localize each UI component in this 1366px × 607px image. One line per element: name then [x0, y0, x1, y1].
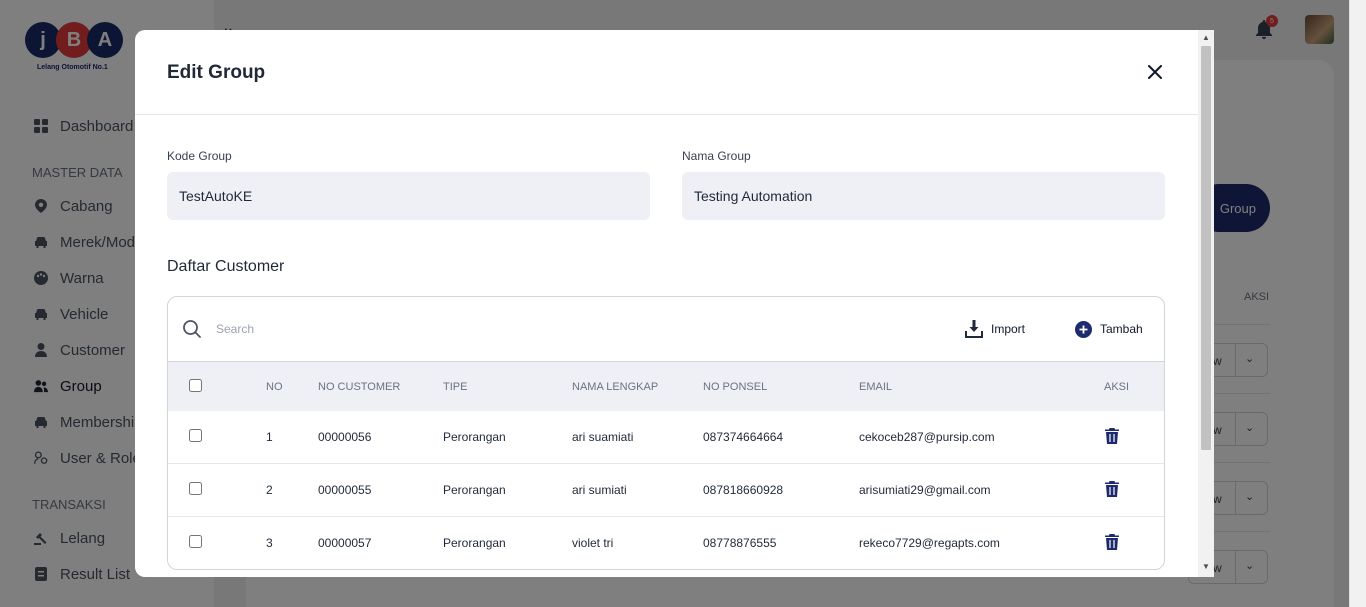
customer-table-card: Import Tambah NO NO CUSTOMER TIPE NAMA L… — [167, 296, 1165, 570]
download-icon — [965, 320, 983, 338]
tambah-label: Tambah — [1100, 322, 1143, 336]
row-checkbox[interactable] — [189, 482, 202, 495]
modal-header: Edit Group — [135, 30, 1198, 115]
cell-nama: violet tri — [572, 536, 614, 550]
cell-ponsel: 087374664664 — [703, 430, 784, 444]
import-label: Import — [991, 322, 1026, 336]
trash-icon[interactable] — [1105, 481, 1119, 497]
table-row: 1 00000056 Perorangan ari suamiati 08737… — [168, 411, 1164, 464]
import-button[interactable]: Import — [965, 319, 1025, 339]
search-input[interactable] — [216, 319, 616, 339]
cell-no: 1 — [266, 430, 273, 444]
cell-email: arisumiati29@gmail.com — [859, 483, 991, 497]
cell-no-customer: 00000055 — [318, 483, 372, 497]
cell-tipe: Perorangan — [443, 483, 506, 497]
cell-no-customer: 00000056 — [318, 430, 372, 444]
trash-icon[interactable] — [1105, 428, 1119, 444]
row-checkbox[interactable] — [189, 535, 202, 548]
select-all-checkbox[interactable] — [189, 379, 202, 392]
row-checkbox[interactable] — [189, 429, 202, 442]
plus-circle-icon — [1074, 320, 1092, 338]
cell-email: cekoceb287@pursip.com — [859, 430, 995, 444]
tambah-button[interactable]: Tambah — [1074, 319, 1143, 339]
column-header-email: EMAIL — [859, 381, 893, 393]
column-header-no-ponsel: NO PONSEL — [703, 381, 768, 393]
nama-group-label: Nama Group — [682, 149, 751, 163]
cell-ponsel: 08778876555 — [703, 536, 777, 550]
column-header-nama-lengkap: NAMA LENGKAP — [572, 381, 659, 393]
scroll-down-arrow-icon[interactable]: ▼ — [1202, 562, 1210, 571]
trash-icon[interactable] — [1105, 534, 1119, 550]
scrollbar-thumb[interactable] — [1201, 46, 1211, 450]
kode-group-input[interactable]: TestAutoKE — [167, 172, 650, 220]
table-row: 2 00000055 Perorangan ari sumiati 087818… — [168, 464, 1164, 517]
cell-no-customer: 00000057 — [318, 536, 372, 550]
column-header-tipe: TIPE — [443, 381, 468, 393]
table-header: NO NO CUSTOMER TIPE NAMA LENGKAP NO PONS… — [168, 361, 1164, 411]
column-header-no: NO — [266, 381, 283, 393]
search-icon — [182, 319, 202, 339]
close-icon[interactable] — [1143, 60, 1167, 84]
cell-ponsel: 087818660928 — [703, 483, 784, 497]
nama-group-input[interactable]: Testing Automation — [682, 172, 1165, 220]
cell-tipe: Perorangan — [443, 430, 506, 444]
modal-scrollbar[interactable]: ▲ ▼ — [1198, 30, 1214, 577]
cell-nama: ari sumiati — [572, 483, 627, 497]
page-scrollbar[interactable] — [1349, 0, 1366, 607]
kode-group-label: Kode Group — [167, 149, 232, 163]
cell-email: rekeco7729@regapts.com — [859, 536, 1000, 550]
cell-tipe: Perorangan — [443, 536, 506, 550]
scroll-up-arrow-icon[interactable]: ▲ — [1202, 33, 1210, 42]
daftar-customer-title: Daftar Customer — [167, 258, 285, 275]
column-header-no-customer: NO CUSTOMER — [318, 381, 401, 393]
modal-title: Edit Group — [167, 62, 266, 83]
cell-no: 3 — [266, 536, 273, 550]
edit-group-modal: Edit Group Kode Group TestAutoKE Nama Gr… — [135, 30, 1198, 577]
table-row: 3 00000057 Perorangan violet tri 0877887… — [168, 517, 1164, 569]
cell-nama: ari suamiati — [572, 430, 634, 444]
cell-no: 2 — [266, 483, 273, 497]
column-header-aksi: AKSI — [1104, 381, 1130, 393]
